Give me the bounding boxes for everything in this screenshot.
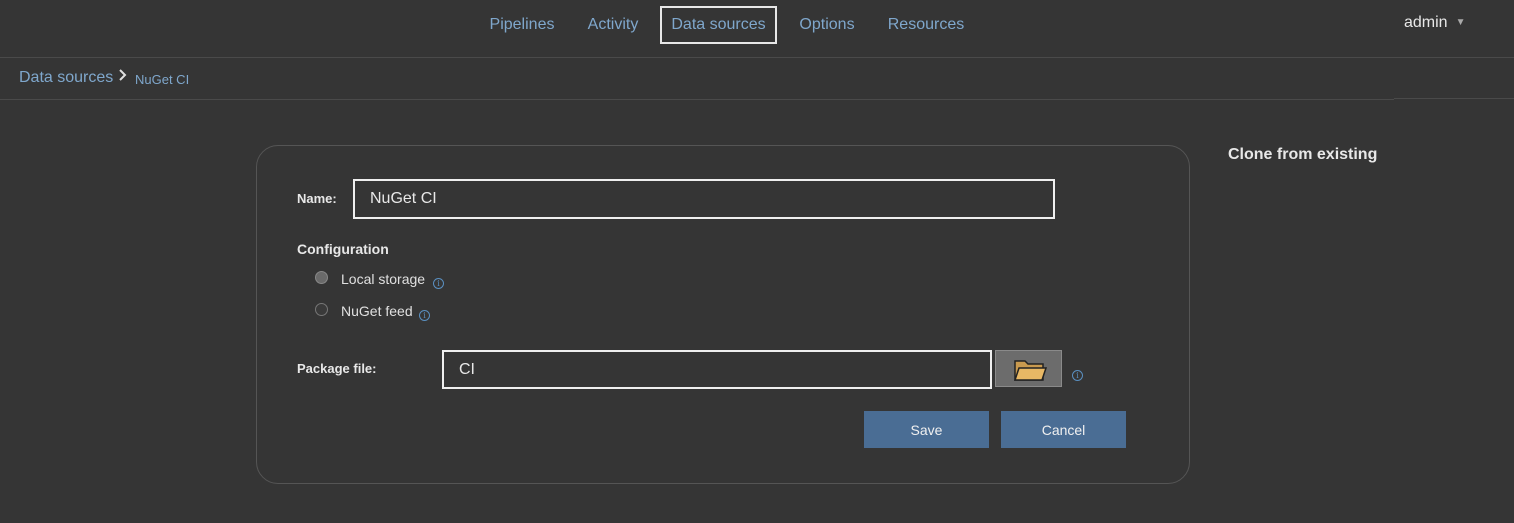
breadcrumb-current: NuGet CI bbox=[135, 72, 190, 87]
user-menu[interactable]: admin ▼ bbox=[1404, 14, 1465, 32]
caret-down-icon: ▼ bbox=[1455, 17, 1466, 28]
package-file-input[interactable] bbox=[442, 350, 992, 389]
info-icon[interactable]: i bbox=[433, 278, 444, 289]
package-file-label: Package file: bbox=[297, 361, 377, 376]
clone-from-existing-title: Clone from existing bbox=[1228, 146, 1378, 163]
nav-item-data-sources[interactable]: Data sources bbox=[660, 6, 777, 44]
cancel-button[interactable]: Cancel bbox=[1001, 411, 1126, 448]
top-navigation: Pipelines Activity Data sources Options … bbox=[0, 0, 1514, 58]
configuration-title: Configuration bbox=[297, 241, 389, 257]
chevron-right-icon bbox=[118, 68, 128, 87]
radio-label-local-storage: Local storage bbox=[341, 271, 426, 287]
name-label: Name: bbox=[297, 191, 337, 206]
radio-nuget-feed[interactable] bbox=[315, 303, 328, 316]
folder-icon bbox=[1013, 357, 1048, 388]
nav-item-options[interactable]: Options bbox=[794, 6, 860, 44]
user-name: admin bbox=[1404, 14, 1448, 31]
breadcrumb: Data sources NuGet CI bbox=[0, 57, 1394, 100]
browse-folder-button[interactable] bbox=[995, 350, 1062, 387]
info-icon[interactable]: i bbox=[419, 310, 430, 321]
nav-item-activity[interactable]: Activity bbox=[582, 6, 644, 44]
name-input[interactable] bbox=[353, 179, 1055, 219]
breadcrumb-root-link[interactable]: Data sources bbox=[19, 69, 113, 87]
radio-label-nuget-feed: NuGet feed bbox=[341, 303, 413, 319]
save-button[interactable]: Save bbox=[864, 411, 989, 448]
radio-local-storage[interactable] bbox=[315, 271, 328, 284]
nav-item-resources[interactable]: Resources bbox=[882, 6, 970, 44]
info-icon[interactable]: i bbox=[1072, 370, 1083, 381]
nav-item-pipelines[interactable]: Pipelines bbox=[484, 6, 560, 44]
divider bbox=[1394, 98, 1514, 99]
